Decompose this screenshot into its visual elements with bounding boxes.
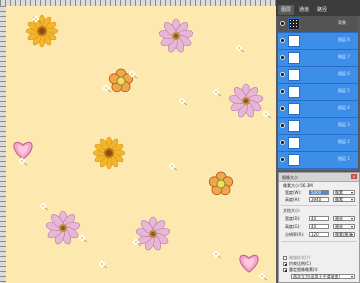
layer-row[interactable]: 图层 5 [278,84,358,101]
layer-list: 背景 图层 8 图层 7 图层 6 图层 5 图层 4 图层 3 图层 2 图层… [278,16,358,170]
doc-width-label: 宽度(D): [285,216,301,221]
pixel-dimensions-label: 像素大小:56.3M [283,183,313,188]
eye-icon[interactable] [280,123,285,128]
tab-paths[interactable]: 路径 [314,5,330,15]
width-unit-select[interactable]: 像素 [333,190,355,195]
tab-layers[interactable]: 图层 [278,5,295,15]
layer-name: 图层 1 [338,156,350,161]
layer-row[interactable]: 图层 8 [278,33,358,50]
layer-row[interactable]: 图层 7 [278,50,358,67]
layer-row[interactable]: 图层 4 [278,101,358,118]
layer-name: 背景 [338,20,346,25]
layer-name: 图层 3 [338,122,350,127]
layer-row[interactable]: 图层 6 [278,67,358,84]
doc-height-input[interactable]: 44 [309,224,329,229]
layer-row[interactable]: 图层 3 [278,118,358,135]
resolution-unit-select[interactable]: 像素/厘米 [333,232,355,237]
doc-width-unit-select[interactable]: 厘米 [333,216,355,221]
layer-name: 图层 5 [338,88,350,93]
layer-thumbnail [288,86,300,98]
constrain-proportions-checkbox[interactable] [283,262,287,266]
constrain-proportions-label: 约束比例(C) [289,261,311,266]
layer-thumbnail [288,137,300,149]
resample-checkbox[interactable] [283,268,287,272]
layer-row-background[interactable]: 背景 [278,16,358,33]
eye-icon[interactable] [280,89,285,94]
floral-pattern-artwork [13,14,272,281]
layer-thumbnail [288,154,300,166]
close-icon[interactable]: × [351,174,357,179]
height-label: 高度(H): [285,197,301,202]
resample-method-select[interactable]: 两次立方(适用于平滑渐变) [291,274,355,279]
width-label: 宽度(W): [285,190,302,195]
eye-icon[interactable] [280,140,285,145]
layer-name: 图层 6 [338,71,350,76]
eye-icon[interactable] [280,157,285,162]
resample-label: 重定图像像素(I): [289,267,319,272]
layer-name: 图层 7 [338,54,350,59]
layer-thumbnail [288,35,300,47]
divider [281,205,357,206]
width-input[interactable]: 5000 [309,190,329,195]
eye-icon[interactable] [280,38,285,43]
height-input[interactable]: 3940 [309,197,329,202]
layer-name: 图层 4 [338,105,350,110]
panel-tabs: 图层 通道 路径 [276,0,360,16]
tab-channels[interactable]: 通道 [296,5,312,15]
layer-thumbnail [288,120,300,132]
dialog-titlebar[interactable]: 图像大小 × [279,173,359,182]
resolution-label: 分辨率(R): [285,232,305,237]
scale-styles-checkbox[interactable] [283,256,287,260]
eye-icon[interactable] [280,106,285,111]
doc-height-unit-select[interactable]: 厘米 [333,224,355,229]
layer-name: 图层 8 [338,37,350,42]
layer-thumbnail [288,52,300,64]
layer-thumbnail [288,103,300,115]
layer-name: 图层 2 [338,139,350,144]
layer-thumbnail [288,18,300,30]
eye-icon[interactable] [280,21,285,26]
layer-thumbnail [288,69,300,81]
document-size-label: 文档大小: [283,208,301,213]
image-size-dialog: 图像大小 × 像素大小:56.3M 宽度(W): 5000 像素 高度(H): … [278,172,360,283]
eye-icon[interactable] [280,55,285,60]
resolution-input[interactable]: 120 [309,232,329,237]
doc-height-label: 高度(G): [285,224,301,229]
eye-icon[interactable] [280,72,285,77]
dialog-title: 图像大小 [282,175,298,180]
height-unit-select[interactable]: 像素 [333,197,355,202]
layer-row[interactable]: 图层 2 [278,135,358,152]
doc-width-input[interactable]: 44 [309,216,329,221]
divider [281,241,357,242]
scale-styles-label: 缩放样式(Y) [289,255,311,260]
document-canvas[interactable] [6,6,276,283]
layer-row[interactable]: 图层 1 [278,152,358,169]
